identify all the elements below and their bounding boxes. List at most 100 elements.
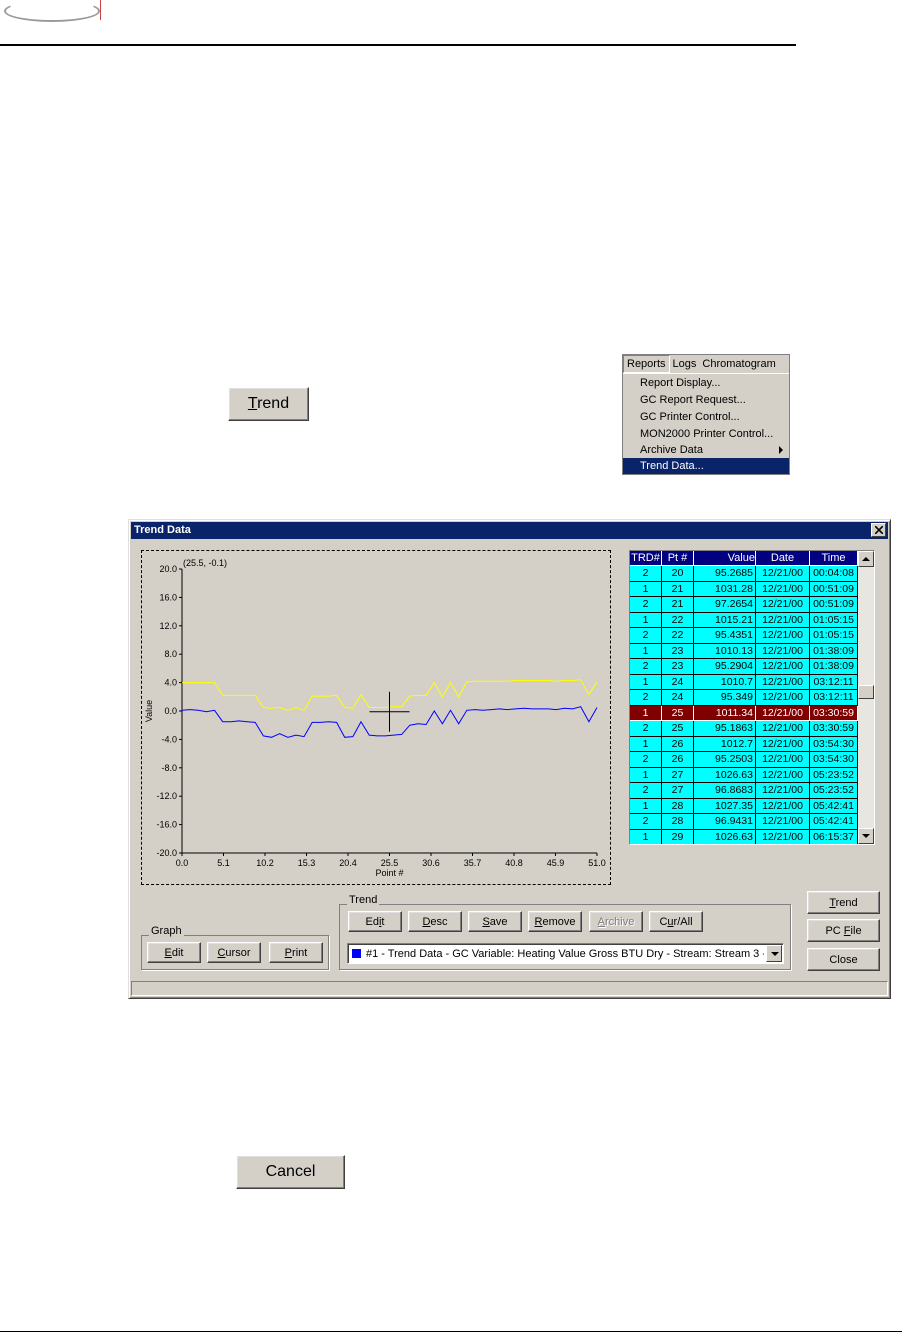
table-row[interactable]: 1 24 1010.7 12/21/00 03:12:11 — [630, 674, 858, 690]
scroll-up-icon — [862, 557, 870, 561]
reports-dropdown: Report Display... GC Report Request... G… — [623, 373, 789, 474]
table-row[interactable]: 1 25 1011.34 12/21/00 03:30:59 — [630, 705, 858, 721]
column-header[interactable]: Time — [810, 551, 858, 566]
close-icon[interactable] — [871, 523, 886, 537]
trend-cur-all-label: Cur/All — [659, 915, 693, 928]
y-tick-label: -8.0 — [161, 763, 177, 773]
table-row[interactable]: 2 22 95.4351 12/21/00 01:05:15 — [630, 628, 858, 644]
table-cell: 2 — [630, 597, 662, 613]
chevron-down-icon[interactable] — [766, 945, 782, 962]
table-scrollbar[interactable] — [858, 551, 874, 844]
table-row[interactable]: 2 27 96.8683 12/21/00 05:23:52 — [630, 783, 858, 799]
table-cell: 27 — [662, 783, 694, 799]
trend-chart-svg[interactable]: 20.0 16.0 12.0 8.0 4.0 0.0 -4.0 -8.0 -12.0 -16.0 -… — [142, 551, 610, 884]
table-row[interactable]: 2 23 95.2904 12/21/00 01:38:09 — [630, 659, 858, 675]
table-cell: 23 — [662, 659, 694, 675]
trend-desc-button[interactable]: Desc — [408, 911, 462, 932]
trend-remove-label: Remove — [534, 915, 576, 928]
trend-button-illustration[interactable]: Trend — [228, 387, 309, 421]
table-cell: 12/21/00 — [756, 798, 810, 814]
x-tick-label: 30.6 — [422, 858, 440, 868]
menu-item-archive-data-label: Archive Data — [640, 444, 703, 456]
table-row[interactable]: 2 28 96.9431 12/21/00 05:42:41 — [630, 814, 858, 830]
menu-item-mon2000-printer-control[interactable]: MON2000 Printer Control... — [623, 426, 789, 442]
column-header[interactable]: Pt # — [662, 551, 694, 566]
table-cell: 28 — [662, 814, 694, 830]
table-cell: 22 — [662, 628, 694, 644]
table-row[interactable]: 1 27 1026.63 12/21/00 05:23:52 — [630, 767, 858, 783]
graph-print-button[interactable]: Print — [269, 942, 323, 963]
table-cell: 12/21/00 — [756, 643, 810, 659]
table-cell: 1 — [630, 767, 662, 783]
table-cell: 25 — [662, 705, 694, 721]
trend-save-button[interactable]: Save — [468, 911, 522, 932]
close-label: Close — [829, 953, 858, 966]
trend-cur-all-button[interactable]: Cur/All — [649, 911, 703, 932]
table-cell: 1 — [630, 705, 662, 721]
menubar-chromatogram[interactable]: Chromatogram — [699, 355, 778, 373]
menu-item-report-display[interactable]: Report Display... — [623, 375, 789, 391]
side-trend-button[interactable]: Trend — [807, 891, 880, 914]
header-rule — [0, 44, 796, 46]
table-cell: 26 — [662, 736, 694, 752]
table-row[interactable]: 2 21 97.2654 12/21/00 00:51:09 — [630, 597, 858, 613]
table-row[interactable]: 1 22 1015.21 12/21/00 01:05:15 — [630, 612, 858, 628]
table-row[interactable]: 1 29 1026.63 12/21/00 06:15:37 — [630, 829, 858, 844]
graph-edit-label: Edit — [164, 946, 184, 959]
table-cell: 05:23:52 — [810, 783, 858, 799]
graph-edit-button[interactable]: Edit — [147, 942, 201, 963]
menubar-logs[interactable]: Logs — [670, 355, 700, 373]
status-bar — [131, 981, 888, 996]
column-header[interactable]: Date — [756, 551, 810, 566]
scroll-down-button[interactable] — [858, 828, 874, 844]
company-logo — [4, 0, 100, 22]
trend-data-table[interactable]: TRD# Pt # Value Date Time 2 20 95.2685 12/21/00… — [629, 550, 875, 845]
trend-archive-label: Archive — [597, 915, 635, 928]
table-cell: 28 — [662, 798, 694, 814]
column-header[interactable]: Value — [694, 551, 756, 566]
table-row[interactable]: 2 26 95.2503 12/21/00 03:54:30 — [630, 752, 858, 768]
trend-chart[interactable]: 20.0 16.0 12.0 8.0 4.0 0.0 -4.0 -8.0 -12.0 -16.0 -… — [141, 550, 611, 885]
column-header[interactable]: TRD# — [630, 551, 662, 566]
graph-group-label: Graph — [149, 925, 184, 937]
menu-item-gc-printer-control[interactable]: GC Printer Control... — [623, 409, 789, 425]
table-cell: 96.8683 — [694, 783, 756, 799]
x-tick-label: 0.0 — [176, 858, 189, 868]
close-button[interactable]: Close — [807, 948, 880, 971]
trend-select[interactable]: #1 - Trend Data - GC Variable: Heating V… — [347, 943, 784, 964]
table-cell: 01:05:15 — [810, 628, 858, 644]
x-tick-label: 15.3 — [298, 858, 316, 868]
x-tick-label: 40.8 — [505, 858, 523, 868]
scroll-up-button[interactable] — [858, 551, 874, 567]
x-tick-label: 25.5 — [381, 858, 399, 868]
table-row[interactable]: 2 25 95.1863 12/21/00 03:30:59 — [630, 721, 858, 737]
menu-item-trend-data[interactable]: Trend Data... — [623, 458, 789, 474]
graph-print-label: Print — [284, 946, 308, 959]
table-row[interactable]: 2 24 95.349 12/21/00 03:12:11 — [630, 690, 858, 706]
table-cell: 03:54:30 — [810, 736, 858, 752]
table-cell: 1 — [630, 581, 662, 597]
trend-archive-button[interactable]: Archive — [589, 911, 643, 932]
scroll-thumb[interactable] — [858, 685, 874, 699]
table-row[interactable]: 1 23 1010.13 12/21/00 01:38:09 — [630, 643, 858, 659]
pc-file-button[interactable]: PC File — [807, 919, 880, 942]
trend-edit-button[interactable]: Edit — [348, 911, 402, 932]
table-cell: 21 — [662, 597, 694, 613]
side-trend-label: Trend — [829, 896, 858, 909]
table-row[interactable]: 1 21 1031.28 12/21/00 00:51:09 — [630, 581, 858, 597]
table-row[interactable]: 2 20 95.2685 12/21/00 00:04:08 — [630, 566, 858, 582]
menubar: Reports Logs Chromatogram — [623, 355, 789, 373]
cancel-button-illustration[interactable]: Cancel — [236, 1155, 345, 1189]
menu-item-gc-report-request[interactable]: GC Report Request... — [623, 392, 789, 408]
menubar-reports[interactable]: Reports — [623, 355, 670, 373]
menu-item-archive-data[interactable]: Archive Data — [623, 442, 789, 458]
table-cell: 95.2904 — [694, 659, 756, 675]
trend-remove-button[interactable]: Remove — [528, 911, 582, 932]
table-cell: 12/21/00 — [756, 736, 810, 752]
table-row[interactable]: 1 26 1012.7 12/21/00 03:54:30 — [630, 736, 858, 752]
graph-cursor-button[interactable]: Cursor — [207, 942, 261, 963]
trend-button-illustration-label: Trend — [247, 395, 290, 412]
table-cell: 1026.63 — [694, 767, 756, 783]
x-tick-label: 35.7 — [464, 858, 482, 868]
table-row[interactable]: 1 28 1027.35 12/21/00 05:42:41 — [630, 798, 858, 814]
